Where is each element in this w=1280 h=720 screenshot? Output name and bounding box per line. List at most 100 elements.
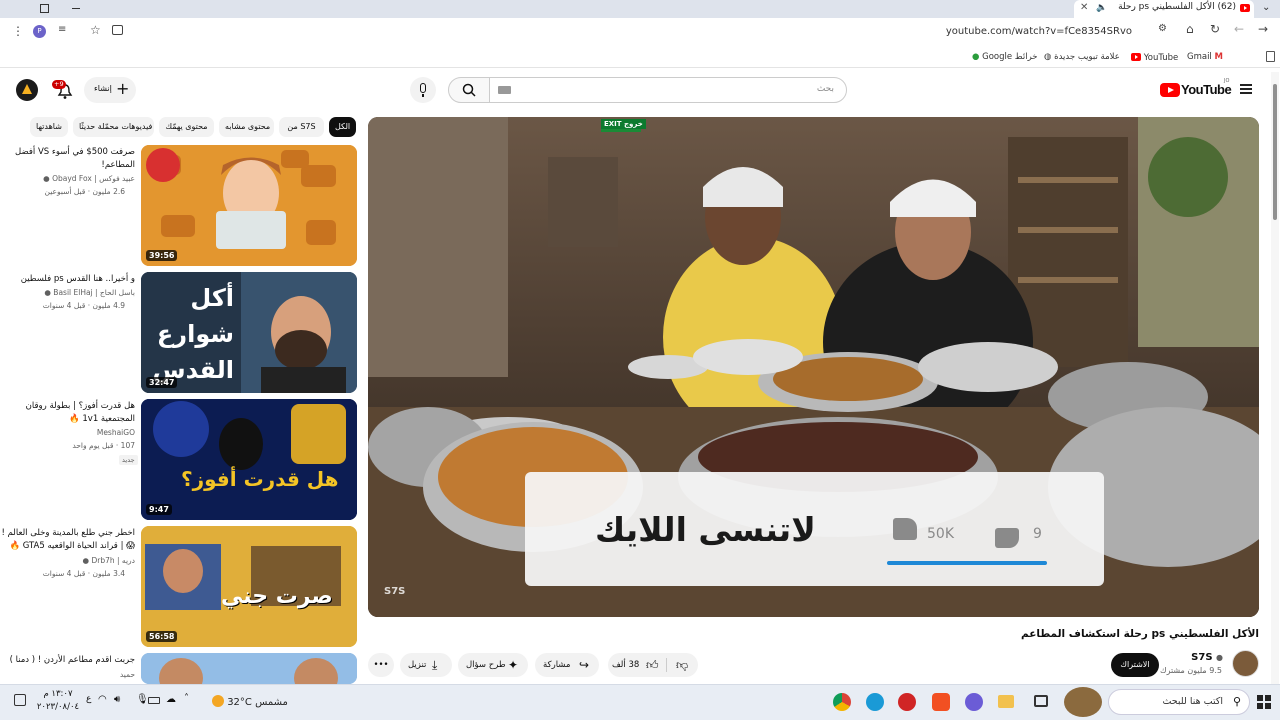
bookmark-gmail[interactable]: Gmail M: [1187, 52, 1223, 62]
share-button[interactable]: ↪ مشاركة: [535, 653, 599, 677]
thumbs-up-icon: 👍︎: [646, 658, 659, 672]
thumbnail-text: صرت جني: [221, 584, 333, 609]
filter-chip-recent[interactable]: فيديوهات محمّلة حديثًا: [73, 117, 154, 137]
tab-search-icon[interactable]: ⌄: [1262, 2, 1270, 13]
bookmark-star-icon[interactable]: ☆: [90, 23, 101, 37]
video-player[interactable]: EXIT خروج لاتنسى اللايك 50K 9 S7S: [368, 117, 1259, 617]
sidebar-video-title[interactable]: صرفت 500$ في أسوء VS أفضل المطاعم!: [1, 146, 135, 172]
chrome-browser-icon[interactable]: [833, 693, 851, 711]
maps-pin-icon: ●: [972, 52, 980, 62]
back-icon[interactable]: →: [1258, 22, 1268, 36]
like-button[interactable]: 👍︎ 38 ألف: [608, 653, 666, 677]
download-button[interactable]: ⤓ تنزيل: [400, 653, 452, 677]
tab-close-icon[interactable]: ✕: [1080, 2, 1088, 13]
hamburger-menu-icon[interactable]: [1240, 84, 1252, 94]
sidebar-channel[interactable]: MeshaiGO: [1, 428, 135, 437]
sidebar-video-title[interactable]: اخطر جني طلع بالمدينة وخلى العالم ! 😱 | …: [1, 527, 135, 553]
restore-window-icon[interactable]: [40, 4, 49, 13]
taskbar-search-input[interactable]: ⚲ اكتب هنا للبحث: [1108, 689, 1250, 715]
microphone-tray-icon[interactable]: 🎙︎: [136, 694, 149, 705]
site-settings-icon[interactable]: ⚙: [1158, 23, 1167, 34]
input-language[interactable]: ع: [86, 694, 91, 704]
sidebar-channel[interactable]: دريه | Drb7h ●: [1, 556, 135, 565]
weather-widget[interactable]: 32°C مشمس: [212, 695, 288, 708]
gmail-icon: M: [1214, 52, 1223, 62]
notifications-button[interactable]: +9: [52, 80, 74, 102]
url-field[interactable]: youtube.com/watch?v=fCe8354SRvo: [946, 26, 1132, 37]
dislike-button[interactable]: 👎︎: [668, 653, 698, 677]
sidebar-video-title[interactable]: هل قدرت أفوز؟ | بطولة روقان المجتمعية 1v…: [1, 400, 135, 426]
sidebar-thumbnail[interactable]: [141, 653, 357, 684]
sidebar-video-title[interactable]: جربت اقدم مطاعم الأردن ! ( دمنا ): [1, 654, 135, 667]
search-input[interactable]: بحث: [489, 77, 847, 103]
wifi-icon[interactable]: ◠: [98, 694, 107, 705]
reload-icon[interactable]: ↻: [1210, 22, 1220, 36]
sidebar-thumbnail[interactable]: صرت جني 56:58: [141, 526, 357, 647]
more-actions-button[interactable]: •••: [368, 653, 394, 677]
media-queue-icon[interactable]: ≡: [58, 24, 66, 35]
sidebar-channel[interactable]: باسل الحاج | Basil ElHaj ●: [1, 288, 135, 297]
edge-browser-icon[interactable]: [866, 693, 884, 711]
account-avatar[interactable]: [16, 79, 38, 101]
keyboard-icon[interactable]: [498, 86, 511, 94]
sidebar-channel[interactable]: حميد: [1, 670, 135, 679]
country-code: JO: [1224, 78, 1230, 84]
sidebar-thumbnail[interactable]: 39:56: [141, 145, 357, 266]
plus-icon: +: [116, 79, 130, 98]
active-tab[interactable]: ✕ 🔈 (62) الأكل الفلسطيني ps رحلة: [1074, 0, 1254, 18]
voice-search-button[interactable]: [410, 77, 436, 103]
search-button[interactable]: [448, 77, 490, 103]
filter-chip-for-you[interactable]: محتوى يهمّك: [159, 117, 214, 137]
minimize-window-icon[interactable]: [72, 8, 80, 9]
scrollbar-thumb[interactable]: [1273, 84, 1277, 220]
menu-dots-icon[interactable]: ⋮: [12, 24, 24, 38]
battery-icon[interactable]: [148, 697, 160, 704]
profile-icon[interactable]: P: [33, 25, 46, 38]
subscribe-button[interactable]: الاشتراك: [1111, 653, 1159, 677]
sidebar-video-title[interactable]: و أخيرا.. هنا القدس ps فلسطين: [1, 273, 135, 286]
create-button[interactable]: + إنشاء: [84, 77, 136, 103]
sidebar-channel[interactable]: عبيد فوكس | Obayd Fox ●: [1, 174, 135, 183]
clock-time: ١٣:٠٧ م: [43, 689, 73, 699]
bookmark-youtube[interactable]: YouTube: [1131, 52, 1178, 63]
subscriber-count: 9.5 مليون مشترك: [1159, 666, 1222, 675]
search-placeholder: بحث: [816, 84, 834, 94]
filter-chip-from-channel[interactable]: من S7S: [279, 117, 324, 137]
sparkle-icon: ✦: [508, 658, 519, 672]
all-bookmarks-icon[interactable]: [1266, 51, 1275, 62]
sidebar-thumbnail[interactable]: أكل شوارع القدس 32:47: [141, 272, 357, 393]
thumbnail-text: أكل شوارع القدس: [152, 284, 235, 384]
bookmark-new-tab[interactable]: علامة تبويب جديدة ◍: [1044, 52, 1120, 62]
show-hidden-icons[interactable]: ˄: [184, 693, 189, 704]
brave-browser-icon[interactable]: [932, 693, 950, 711]
clock[interactable]: ١٣:٠٧ م ٢٠٢٣/٠٨/٠٤: [36, 688, 80, 714]
ask-button[interactable]: ✦ طرح سؤال: [458, 653, 528, 677]
owl-widget-icon[interactable]: [1064, 687, 1102, 717]
sidebar-meta: 4.9 مليون · قبل 4 سنوات: [42, 301, 125, 310]
browser-tab-bar: + ✕ 🔈 (62) الأكل الفلسطيني ps رحلة ⌄: [0, 0, 1280, 18]
page-scrollbar[interactable]: [1271, 72, 1279, 684]
opera-gx-icon[interactable]: [898, 693, 916, 711]
youtube-favicon-icon: [1240, 4, 1250, 12]
volume-icon[interactable]: 🔊︎: [114, 694, 120, 705]
task-view-icon[interactable]: [1034, 695, 1048, 707]
forward-icon[interactable]: ←: [1234, 22, 1244, 36]
install-app-icon[interactable]: [112, 25, 123, 35]
file-explorer-icon[interactable]: [998, 695, 1014, 708]
channel-name[interactable]: S7S ●: [1191, 652, 1223, 663]
windows-start-icon[interactable]: [1257, 695, 1271, 709]
bookmark-maps[interactable]: خرائط Google ●: [972, 52, 1038, 62]
home-icon[interactable]: ⌂: [1186, 22, 1194, 36]
filter-chip-related[interactable]: محتوى مشابه: [219, 117, 274, 137]
create-label: إنشاء: [94, 84, 112, 93]
tab-audio-icon[interactable]: 🔈: [1096, 3, 1107, 13]
filter-chip-watched[interactable]: شاهدتها: [30, 117, 68, 137]
channel-avatar[interactable]: [1232, 650, 1259, 677]
notification-center-icon[interactable]: [14, 694, 26, 706]
new-badge: جديد: [119, 455, 138, 465]
filter-chip-all[interactable]: الكل: [329, 117, 356, 137]
sidebar-thumbnail[interactable]: هل قدرت أفوز؟ 9:47: [141, 399, 357, 520]
app-icon[interactable]: [965, 693, 983, 711]
network-icon[interactable]: ☁: [166, 694, 176, 705]
exit-sign: EXIT خروج: [601, 119, 646, 129]
